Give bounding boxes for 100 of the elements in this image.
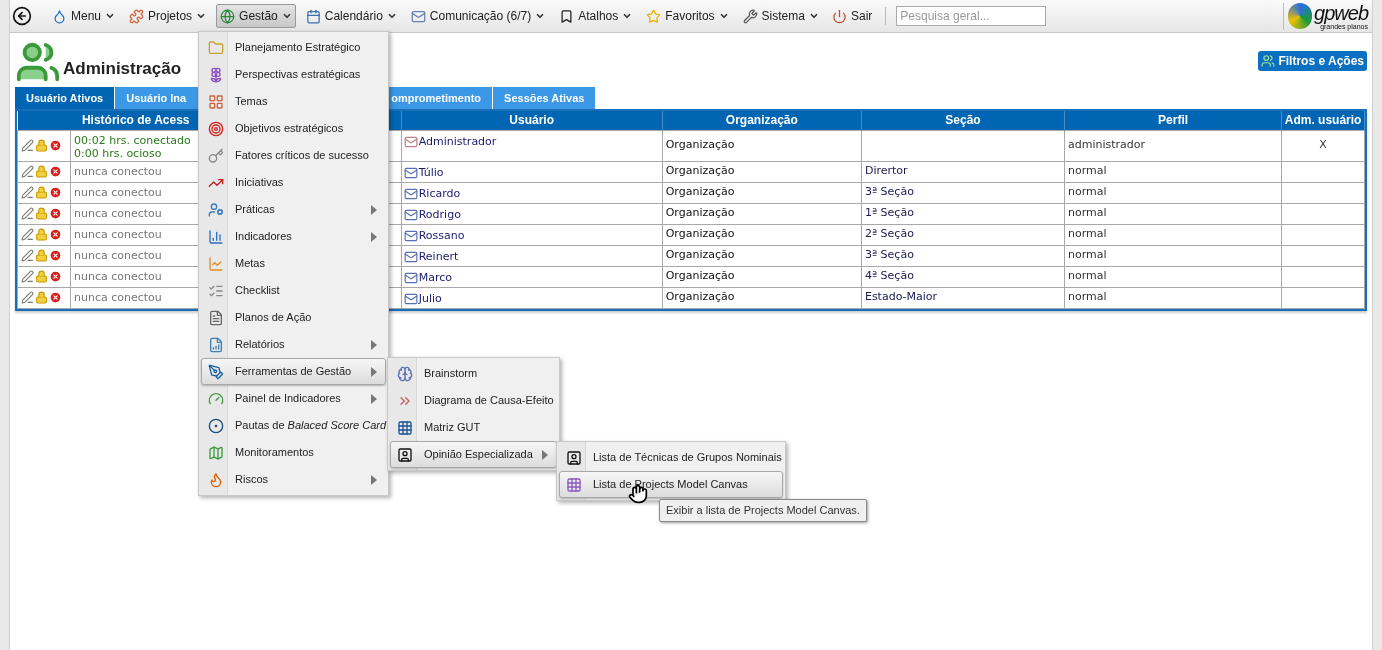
envelope-icon[interactable] xyxy=(403,165,418,180)
nav-menu-button[interactable]: Calendário xyxy=(301,4,401,28)
nav-icon xyxy=(646,8,662,24)
menu-item[interactable]: Metas xyxy=(201,250,386,277)
delete-icon[interactable] xyxy=(49,249,62,262)
nav-menu-button[interactable]: Projetos xyxy=(125,4,211,28)
menu-item[interactable]: Brainstorm xyxy=(390,360,557,387)
search-field[interactable]: Pesquisa geral... xyxy=(896,6,1047,26)
menu-item[interactable]: Pautas de Balaced Score Card xyxy=(201,412,386,439)
menu-item[interactable]: Temas xyxy=(201,88,386,115)
edit-icon[interactable] xyxy=(21,270,34,283)
menu-item-label: Lista de Projects Model Canvas xyxy=(592,477,749,493)
lock-icon[interactable] xyxy=(35,207,48,220)
menu-item[interactable]: Perspectivas estratégicas xyxy=(201,61,386,88)
menu-item-label: Opinião Especializada xyxy=(423,447,534,463)
table-cell: normal xyxy=(1068,206,1107,220)
menu-item[interactable]: Relatórios xyxy=(201,331,386,358)
menu-item[interactable]: Checklist xyxy=(201,277,386,304)
menu-item[interactable]: Opinião Especializada xyxy=(390,441,557,468)
menu-item-label: Planejamento Estratégico xyxy=(234,40,362,56)
menu-item[interactable]: Fatores críticos de sucesso xyxy=(201,142,386,169)
menu-item[interactable]: Ferramentas de Gestão xyxy=(201,358,386,385)
delete-icon[interactable] xyxy=(49,165,62,178)
menu-item-label: Metas xyxy=(234,256,266,272)
nav-menu-button[interactable]: Comunicação (6/7) xyxy=(406,4,550,28)
nav-menu-button[interactable]: Menu xyxy=(48,4,120,28)
menu-item[interactable]: Lista de Projects Model Canvas xyxy=(559,471,783,498)
user-link[interactable]: Reinert xyxy=(418,248,459,265)
menu-item[interactable]: Lista de Técnicas de Grupos Nominais xyxy=(559,444,783,471)
delete-icon[interactable] xyxy=(49,270,62,283)
delete-icon[interactable] xyxy=(49,291,62,304)
menu-item-label: Indicadores xyxy=(234,229,293,245)
menu-item[interactable]: Riscos xyxy=(201,466,386,493)
table-cell: normal xyxy=(1068,164,1107,178)
menu-item[interactable]: Diagrama de Causa-Efeito xyxy=(390,387,557,414)
exit-button[interactable]: Sair xyxy=(828,4,876,28)
menu-item[interactable]: Painel de Indicadores xyxy=(201,385,386,412)
envelope-icon[interactable] xyxy=(403,134,418,149)
menu-item[interactable]: Indicadores xyxy=(201,223,386,250)
line-chart-icon xyxy=(208,255,224,272)
back-icon[interactable] xyxy=(12,6,32,26)
user-link[interactable]: Administrador xyxy=(418,133,497,150)
edit-icon[interactable] xyxy=(21,207,34,220)
envelope-icon[interactable] xyxy=(403,186,418,201)
lock-icon[interactable] xyxy=(35,270,48,283)
menu-item[interactable]: Monitoramentos xyxy=(201,439,386,466)
lock-icon[interactable] xyxy=(35,249,48,262)
user-link[interactable]: Rossano xyxy=(418,227,465,244)
envelope-icon[interactable] xyxy=(403,291,418,306)
edit-icon[interactable] xyxy=(21,249,34,262)
envelope-icon[interactable] xyxy=(403,270,418,285)
power-icon xyxy=(831,8,847,24)
menu-item[interactable]: Matriz GUT xyxy=(390,414,557,441)
envelope-icon[interactable] xyxy=(403,249,418,264)
menu-item-label: Riscos xyxy=(234,472,269,488)
menu-item[interactable]: Planos de Ação xyxy=(201,304,386,331)
user-link[interactable]: Ricardo xyxy=(418,185,461,202)
edit-icon[interactable] xyxy=(21,139,34,152)
user-link[interactable]: Julio xyxy=(418,290,442,307)
delete-icon[interactable] xyxy=(49,139,62,152)
menu-item-label: Lista de Técnicas de Grupos Nominais xyxy=(592,450,782,466)
access-history: nunca conectou xyxy=(73,247,163,262)
delete-icon[interactable] xyxy=(49,207,62,220)
user-link[interactable]: Marco xyxy=(418,269,452,286)
delete-icon[interactable] xyxy=(49,186,62,199)
caret-icon xyxy=(808,11,819,21)
lock-icon[interactable] xyxy=(35,291,48,304)
edit-icon[interactable] xyxy=(21,186,34,199)
key-icon xyxy=(208,147,224,164)
nav-menu-button[interactable]: Sistema xyxy=(738,4,823,28)
nav-menu-button[interactable]: Atalhos xyxy=(555,4,637,28)
lock-icon[interactable] xyxy=(35,165,48,178)
lock-icon[interactable] xyxy=(35,139,48,152)
menu-item-label: Objetivos estratégicos xyxy=(234,121,345,137)
table-cell: normal xyxy=(1068,290,1107,304)
nav-menu-button[interactable]: Favoritos xyxy=(642,4,733,28)
menu-item[interactable]: Iniciativas xyxy=(201,169,386,196)
bar-chart-icon xyxy=(208,228,224,245)
menu-item-label: Diagrama de Causa-Efeito xyxy=(423,393,554,409)
table-cell: Organização xyxy=(665,290,735,304)
user-link[interactable]: Túlio xyxy=(418,164,444,181)
report-icon xyxy=(208,336,224,353)
envelope-icon[interactable] xyxy=(403,207,418,222)
edit-icon[interactable] xyxy=(21,228,34,241)
user-link[interactable]: Rodrigo xyxy=(418,206,461,223)
delete-icon[interactable] xyxy=(49,228,62,241)
edit-icon[interactable] xyxy=(21,165,34,178)
nav-menu-button[interactable]: Gestão xyxy=(216,4,296,28)
caret-icon xyxy=(535,11,546,21)
tab[interactable]: Usuário Ativos xyxy=(15,87,115,109)
lock-icon[interactable] xyxy=(35,186,48,199)
envelope-icon[interactable] xyxy=(403,228,418,243)
filters-actions-button[interactable]: Filtros e Ações xyxy=(1258,51,1367,71)
access-history: nunca conectou xyxy=(73,184,163,199)
menu-item[interactable]: Objetivos estratégicos xyxy=(201,115,386,142)
table-cell: Organização xyxy=(665,164,735,178)
edit-icon[interactable] xyxy=(21,291,34,304)
menu-item[interactable]: Práticas xyxy=(201,196,386,223)
menu-item[interactable]: Planejamento Estratégico xyxy=(201,34,386,61)
lock-icon[interactable] xyxy=(35,228,48,241)
